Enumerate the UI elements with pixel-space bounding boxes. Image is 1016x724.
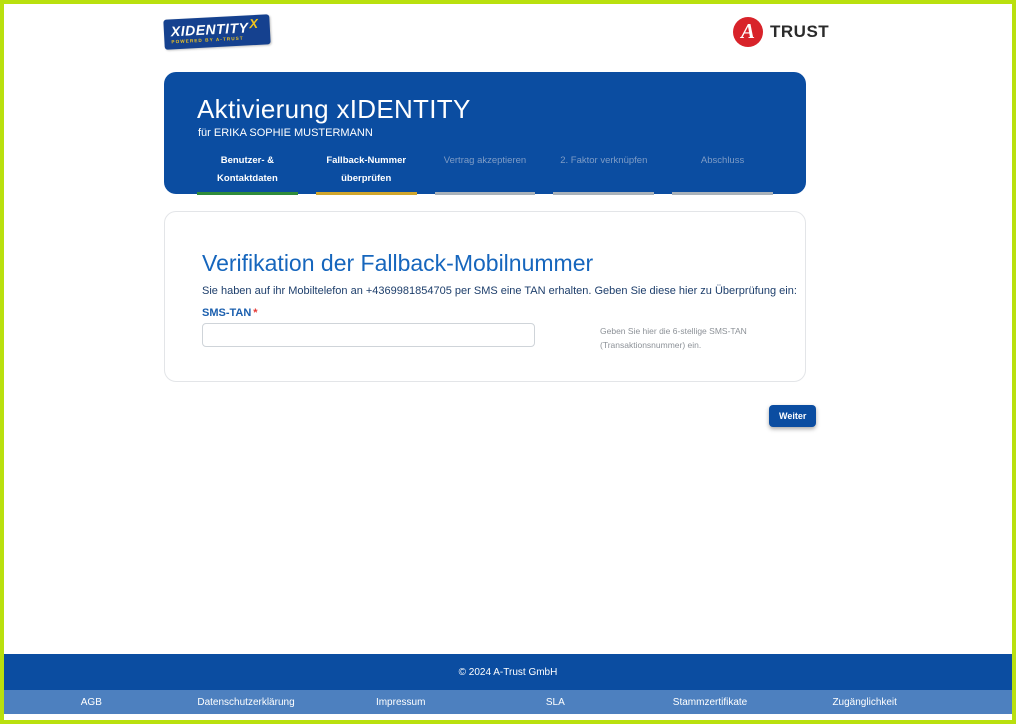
card-heading: Verifikation der Fallback-Mobilnummer xyxy=(202,250,593,277)
atrust-logo-icon: A xyxy=(733,17,763,47)
footer-copyright-bar: © 2024 A-Trust GmbH xyxy=(4,654,1012,690)
footer-link-impressum[interactable]: Impressum xyxy=(323,697,478,708)
activation-banner: Aktivierung xIDENTITY für ERIKA SOPHIE M… xyxy=(164,72,806,194)
copyright-text: © 2024 A-Trust GmbH xyxy=(459,667,558,678)
verification-card: Verifikation der Fallback-Mobilnummer Si… xyxy=(164,211,806,382)
sms-tan-label-text: SMS-TAN xyxy=(202,307,251,319)
atrust-logo-letter: A xyxy=(741,19,755,44)
footer-link-sla[interactable]: SLA xyxy=(478,697,633,708)
sms-tan-helper-text: Geben Sie hier die 6-stellige SMS-TAN (T… xyxy=(600,325,780,352)
sms-tan-input[interactable] xyxy=(202,323,535,347)
tab-label: Vertrag akzeptieren xyxy=(444,155,526,166)
instruction-text: Sie haben auf ihr Mobiltelefon an +43699… xyxy=(202,285,797,297)
tab-vertrag-akzeptieren[interactable]: Vertrag akzeptieren xyxy=(435,150,536,195)
wizard-steps: Benutzer- & Kontaktdaten Fallback-Nummer… xyxy=(197,150,773,195)
tab-abschluss[interactable]: Abschluss xyxy=(672,150,773,195)
atrust-logo: A TRUST xyxy=(733,17,829,47)
footer-links-bar: AGB Datenschutzerklärung Impressum SLA S… xyxy=(4,690,1012,714)
atrust-logo-word: TRUST xyxy=(770,22,829,42)
weiter-button[interactable]: Weiter xyxy=(769,405,816,427)
activation-page: XIDENTITY X POWERED BY A-TRUST A TRUST A… xyxy=(0,0,1016,724)
tab-label: Abschluss xyxy=(701,155,744,166)
footer-link-agb[interactable]: AGB xyxy=(14,697,169,708)
xidentity-logo: XIDENTITY X POWERED BY A-TRUST xyxy=(163,14,270,50)
tab-zweiter-faktor-verknuepfen[interactable]: 2. Faktor verknüpfen xyxy=(553,150,654,195)
sms-tan-label: SMS-TAN* xyxy=(202,307,258,319)
footer-link-datenschutzerklaerung[interactable]: Datenschutzerklärung xyxy=(169,697,324,708)
tab-benutzer-kontaktdaten[interactable]: Benutzer- & Kontaktdaten xyxy=(197,150,298,195)
tab-label: Fallback-Nummer überprüfen xyxy=(326,155,406,184)
top-header: XIDENTITY X POWERED BY A-TRUST A TRUST xyxy=(4,4,1012,66)
required-asterisk: * xyxy=(253,307,257,319)
page-title: Aktivierung xIDENTITY xyxy=(197,94,471,125)
tab-label: 2. Faktor verknüpfen xyxy=(560,155,647,166)
footer-link-zugaenglichkeit[interactable]: Zugänglichkeit xyxy=(787,697,942,708)
footer-link-stammzertifikate[interactable]: Stammzertifikate xyxy=(633,697,788,708)
tab-label: Benutzer- & Kontaktdaten xyxy=(217,155,278,184)
tab-fallback-nummer-ueberpruefen[interactable]: Fallback-Nummer überprüfen xyxy=(316,150,417,195)
user-subtitle: für ERIKA SOPHIE MUSTERMANN xyxy=(198,127,373,139)
xidentity-x-mark: X xyxy=(249,17,258,30)
